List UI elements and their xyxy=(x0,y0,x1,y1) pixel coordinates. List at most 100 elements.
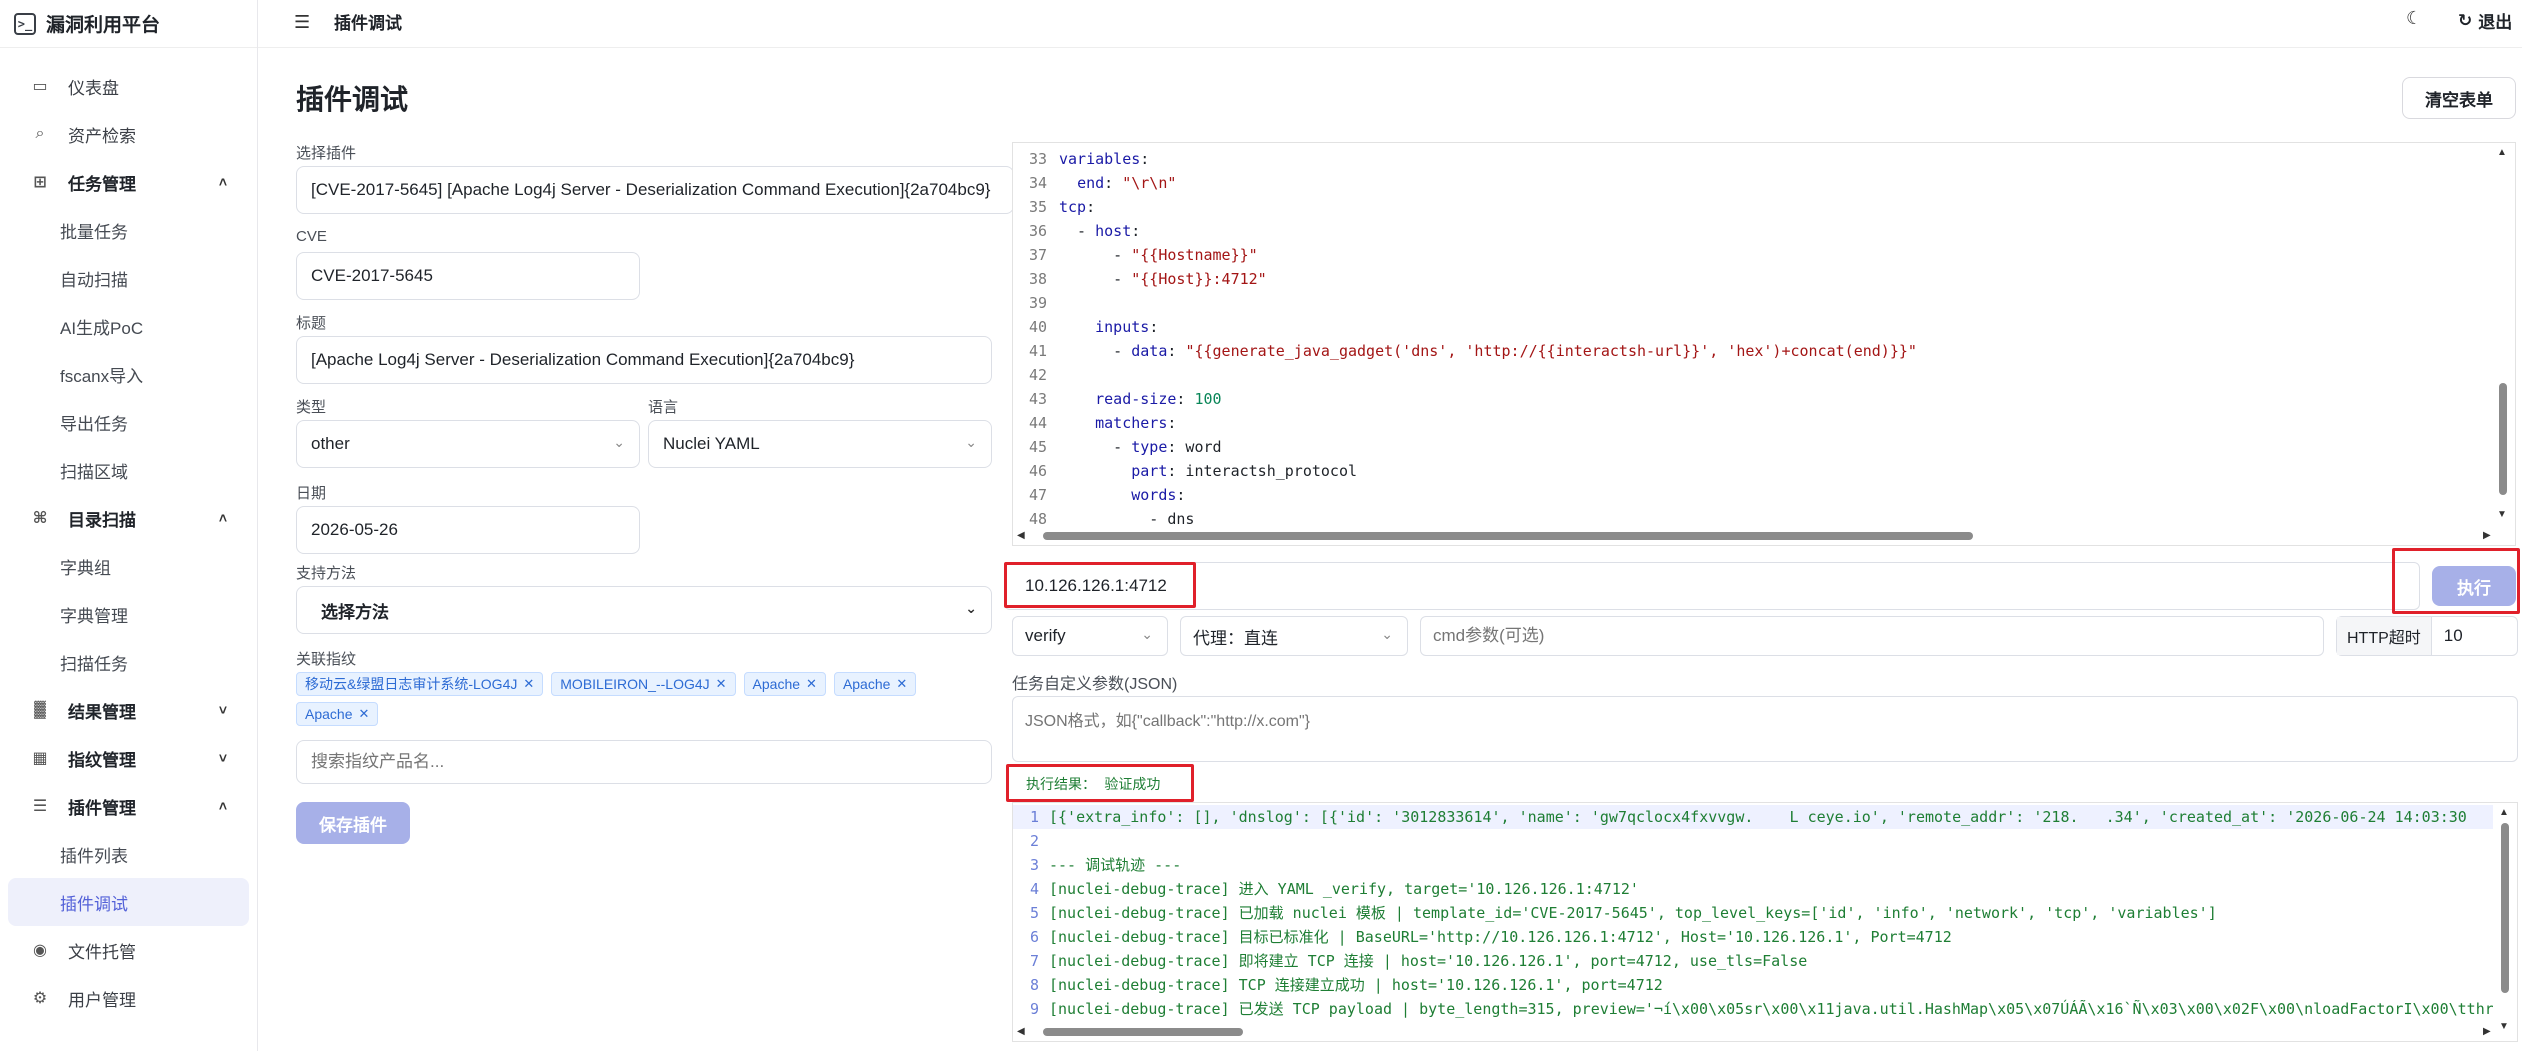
sidebar-item-8[interactable]: 扫描区域 xyxy=(0,446,257,494)
result-horizontal-scrollbar[interactable]: ◀ ▶ xyxy=(1017,1025,2497,1039)
result-horizontal-thumb[interactable] xyxy=(1043,1028,1243,1036)
sidebar-item-7[interactable]: 导出任务 xyxy=(0,398,257,446)
editor-horizontal-thumb[interactable] xyxy=(1043,532,1973,540)
result-text: [nuclei-debug-trace] 已加载 nuclei 模板 | tem… xyxy=(1049,904,2217,922)
cmd-param-input[interactable] xyxy=(1420,616,2324,656)
sidebar-item-18[interactable]: ◉ 文件托管 xyxy=(0,926,257,974)
date-label: 日期 xyxy=(296,485,327,502)
sidebar-item-15[interactable]: ☰ 插件管理 ˄ xyxy=(0,782,257,830)
cve-input[interactable]: CVE-2017-5645 xyxy=(296,252,640,300)
chart-icon: ▓ xyxy=(34,701,46,718)
close-icon[interactable]: ✕ xyxy=(716,676,727,692)
sidebar-item-14[interactable]: ▦ 指纹管理 ˅ xyxy=(0,734,257,782)
chevron-down-icon: ⌄ xyxy=(965,434,977,450)
sidebar-item-16[interactable]: 插件列表 xyxy=(0,830,257,878)
code-line: 45 - type: word xyxy=(1013,435,2473,459)
save-plugin-button[interactable]: 保存插件 xyxy=(296,802,410,844)
result-vertical-scrollbar[interactable]: ▲ ▼ xyxy=(2499,807,2511,1037)
code-line: 35 tcp: xyxy=(1013,195,2473,219)
sidebar-item-3[interactable]: 批量任务 xyxy=(0,206,257,254)
logout-label: 退出 xyxy=(2478,13,2513,32)
sidebar-item-12[interactable]: 扫描任务 xyxy=(0,638,257,686)
type-label: 类型 xyxy=(296,399,327,416)
logout-button[interactable]: ↻ 退出 xyxy=(2458,8,2512,33)
brand[interactable]: >_ 漏洞利用平台 xyxy=(0,0,257,48)
logout-icon: ↻ xyxy=(2458,10,2473,30)
fingerprint-tag: Apache ✕ xyxy=(296,702,379,726)
eye-icon: ◉ xyxy=(33,942,47,959)
result-output[interactable]: ▲ ▼ ◀ ▶ 1 [{'extra_info': [], 'dnslog': [… xyxy=(1012,802,2518,1042)
sidebar-item-11[interactable]: 字典管理 xyxy=(0,590,257,638)
scroll-up-arrow-icon[interactable]: ▲ xyxy=(2497,147,2507,158)
plugin-select-value: [CVE-2017-5645] [Apache Log4j Server - D… xyxy=(311,180,991,199)
sidebar-item-9[interactable]: ⌘ 目录扫描 ˄ xyxy=(0,494,257,542)
highlight-execute-box xyxy=(2392,548,2520,614)
date-input[interactable]: 2026-05-26 xyxy=(296,506,640,554)
sidebar-item-label: 字典组 xyxy=(60,558,111,578)
editor-vertical-thumb[interactable] xyxy=(2499,383,2507,495)
chevron-down-icon: ˅ xyxy=(218,750,227,766)
sidebar-item-label: 导出任务 xyxy=(60,414,128,434)
target-input[interactable]: 10.126.126.1:4712 xyxy=(1004,562,2420,610)
sidebar-item-19[interactable]: ⚙ 用户管理 xyxy=(0,974,257,1022)
close-icon[interactable]: ✕ xyxy=(806,676,817,692)
code-line: 47 words: xyxy=(1013,483,2473,507)
plugin-select[interactable]: [CVE-2017-5645] [Apache Log4j Server - D… xyxy=(296,166,1014,214)
list-icon: ☰ xyxy=(32,798,48,815)
line-number: 45 xyxy=(1028,438,1047,456)
fingerprint-tag-label: MOBILEIRON_--LOG4J xyxy=(560,676,710,692)
custom-params-textarea[interactable] xyxy=(1012,696,2518,762)
highlight-result-box xyxy=(1006,764,1194,802)
scroll-left-arrow-icon[interactable]: ◀ xyxy=(1017,530,1025,541)
close-icon[interactable]: ✕ xyxy=(523,676,534,692)
scroll-down-arrow-icon[interactable]: ▼ xyxy=(2497,509,2507,520)
sidebar-item-17[interactable]: 插件调试 xyxy=(8,878,249,926)
sidebar-item-6[interactable]: fscanx导入 xyxy=(0,350,257,398)
result-text: [nuclei-debug-trace] TCP 连接建立成功 | host='… xyxy=(1049,976,1663,994)
sidebar-item-1[interactable]: ⌕ 资产检索 xyxy=(0,110,257,158)
fingerprint-search-input[interactable] xyxy=(296,740,992,784)
proxy-select[interactable]: 代理：直连 ⌄ xyxy=(1180,616,1408,656)
highlight-target-box xyxy=(1004,562,1196,608)
sidebar-item-13[interactable]: ▓ 结果管理 ˅ xyxy=(0,686,257,734)
code-editor[interactable]: ▲ ▼ ◀ ▶ 33 variables: 34 end: "\r\n" 35 tcp:… xyxy=(1012,142,2516,546)
terminal-logo-icon: >_ xyxy=(14,12,36,35)
grid-icon: ⊞ xyxy=(33,174,47,191)
type-select[interactable]: other ⌄ xyxy=(296,420,640,468)
line-number: 42 xyxy=(1028,366,1047,384)
moon-icon[interactable]: ☾ xyxy=(2406,8,2422,29)
close-icon[interactable]: ✕ xyxy=(358,706,369,722)
sidebar-item-5[interactable]: AI生成PoC xyxy=(0,302,257,350)
fingerprint-tag-label: Apache xyxy=(752,676,801,692)
method-select[interactable]: 选择方法 ⌄ xyxy=(296,586,992,634)
sidebar-item-label: fscanx导入 xyxy=(60,366,144,386)
clear-form-button[interactable]: 清空表单 xyxy=(2402,77,2516,119)
scroll-up-arrow-icon[interactable]: ▲ xyxy=(2499,807,2509,818)
code-text: - "{{Host}}:4712" xyxy=(1059,270,1267,288)
http-timeout-input[interactable]: 10 xyxy=(2432,626,2463,646)
editor-horizontal-scrollbar[interactable]: ◀ ▶ xyxy=(1017,529,2497,543)
scroll-right-arrow-icon[interactable]: ▶ xyxy=(2483,1026,2491,1037)
menu-toggle-icon[interactable]: ☰ xyxy=(294,12,310,33)
sidebar-item-4[interactable]: 自动扫描 xyxy=(0,254,257,302)
sidebar-item-10[interactable]: 字典组 xyxy=(0,542,257,590)
sidebar-item-label: 字典管理 xyxy=(60,606,128,626)
result-vertical-thumb[interactable] xyxy=(2501,823,2509,993)
date-value: 2026-05-26 xyxy=(311,520,398,539)
result-line: 1 [{'extra_info': [], 'dnslog': [{'id': '… xyxy=(1013,805,2493,829)
scroll-down-arrow-icon[interactable]: ▼ xyxy=(2499,1021,2509,1032)
title-input[interactable]: [Apache Log4j Server - Deserialization C… xyxy=(296,336,992,384)
search-icon: ⌕ xyxy=(35,125,45,142)
code-text: - type: word xyxy=(1059,438,1222,456)
scroll-right-arrow-icon[interactable]: ▶ xyxy=(2483,530,2491,541)
custom-params-label: 任务自定义参数(JSON) xyxy=(1012,676,1178,693)
line-number: 4 xyxy=(1029,880,1039,898)
sidebar-item-0[interactable]: ▭ 仪表盘 xyxy=(0,62,257,110)
editor-vertical-scrollbar[interactable]: ▲ ▼ xyxy=(2497,147,2509,527)
lang-select[interactable]: Nuclei YAML ⌄ xyxy=(648,420,992,468)
code-text: part: interactsh_protocol xyxy=(1131,462,1358,480)
mode-select[interactable]: verify ⌄ xyxy=(1012,616,1168,656)
scroll-left-arrow-icon[interactable]: ◀ xyxy=(1017,1026,1025,1037)
sidebar-item-2[interactable]: ⊞ 任务管理 ˄ xyxy=(0,158,257,206)
close-icon[interactable]: ✕ xyxy=(896,676,907,692)
